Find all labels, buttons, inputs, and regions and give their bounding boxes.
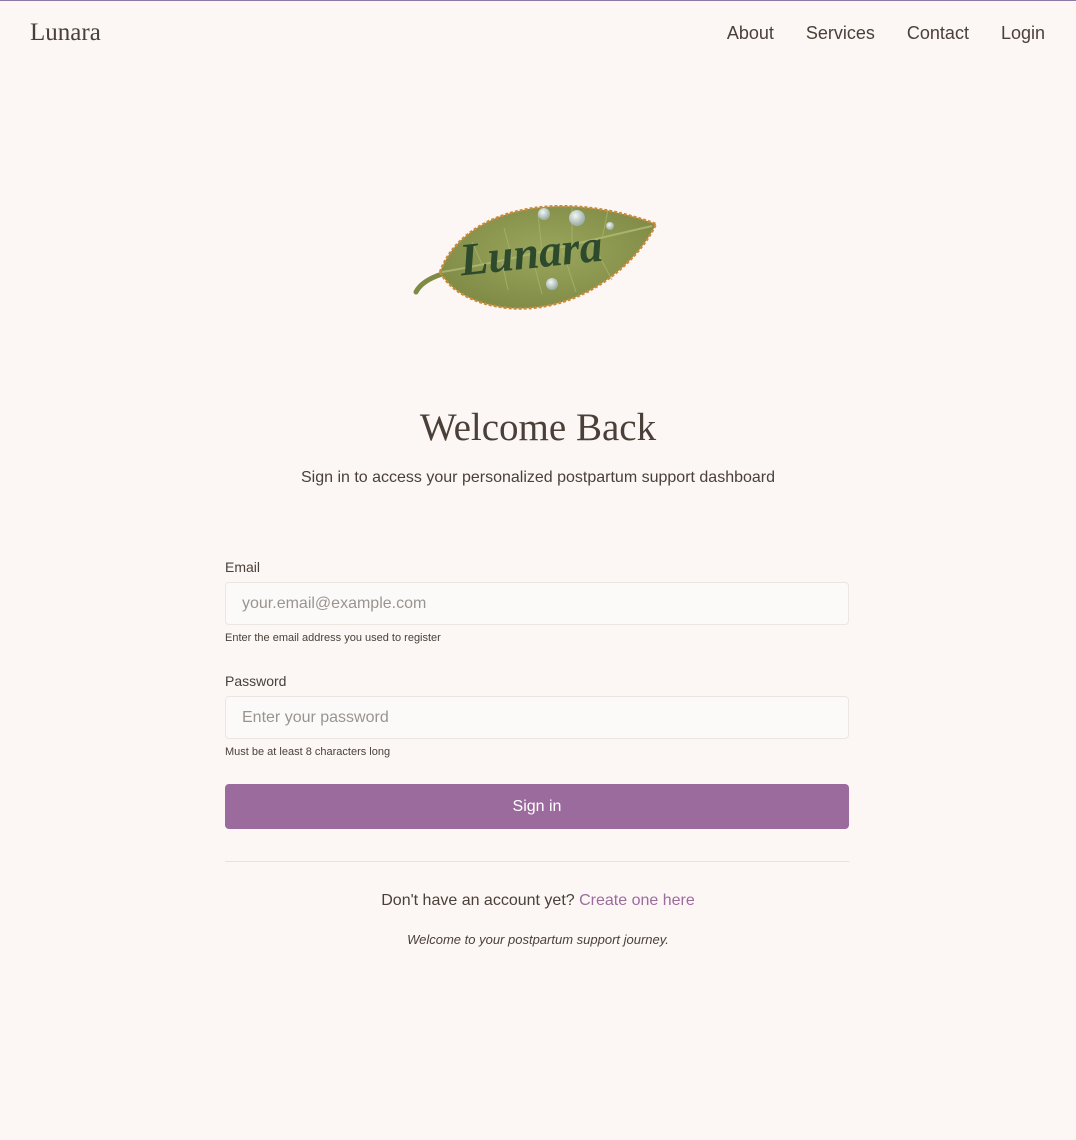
signup-prompt: Don't have an account yet? Create one he… (0, 892, 1076, 910)
divider (225, 861, 849, 862)
nav-about-link[interactable]: About (727, 23, 774, 44)
email-label: Email (225, 559, 261, 575)
main-nav: About Services Contact Login (727, 23, 1045, 44)
brand-link[interactable]: Lunara (30, 19, 101, 47)
email-hint: Enter the email address you used to regi… (225, 632, 441, 644)
password-hint: Must be at least 8 characters long (225, 746, 391, 758)
site-header: Lunara About Services Contact Login (0, 1, 1076, 67)
nav-services-link[interactable]: Services (806, 23, 875, 44)
signup-prompt-text: Don't have an account yet? (381, 892, 575, 909)
create-account-link[interactable]: Create one here (579, 892, 695, 909)
login-form: Email Enter the email address you used t… (225, 557, 849, 862)
password-field[interactable] (225, 696, 849, 739)
page-title: Welcome Back (419, 406, 657, 449)
sign-in-button[interactable]: Sign in (225, 784, 849, 829)
page-subtitle: Sign in to access your personalized post… (300, 469, 776, 486)
leaf-logo-icon: Lunara (412, 192, 660, 314)
nav-contact-link[interactable]: Contact (907, 23, 969, 44)
password-label: Password (225, 673, 287, 689)
nav-login-link[interactable]: Login (1001, 23, 1045, 44)
welcome-note: Welcome to your postpartum support journ… (407, 932, 669, 947)
email-field[interactable] (225, 582, 849, 625)
